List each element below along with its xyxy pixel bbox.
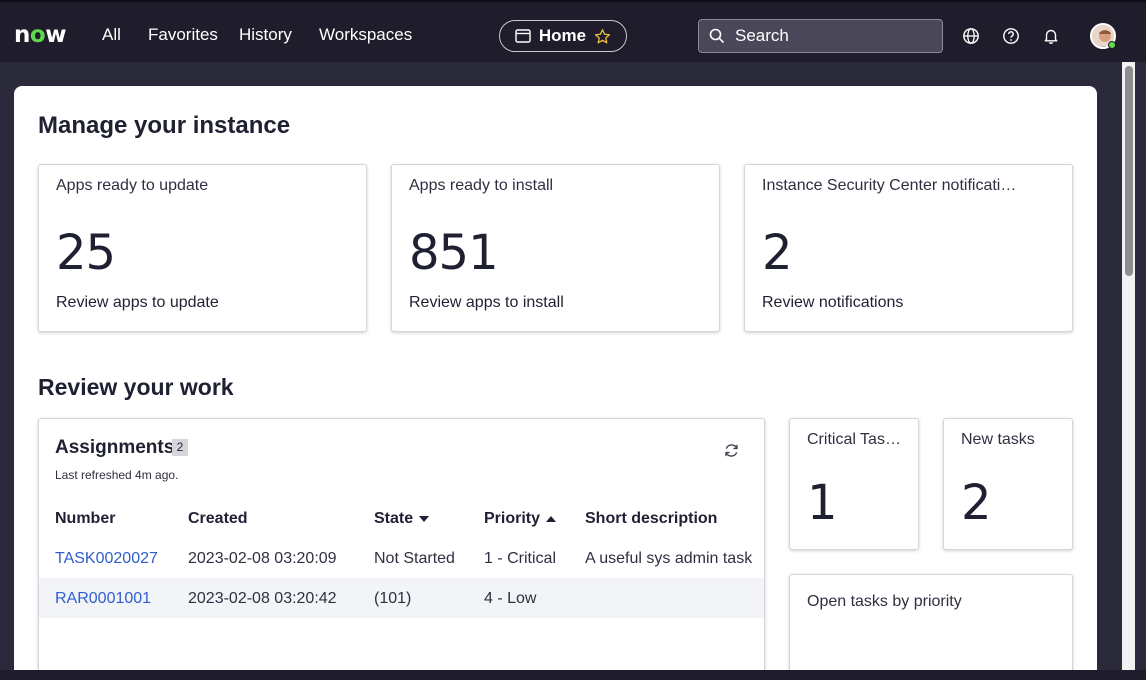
nav-history[interactable]: History bbox=[239, 25, 292, 45]
globe-icon[interactable] bbox=[962, 27, 980, 45]
logo-letter-w: w bbox=[45, 22, 66, 48]
online-status-indicator bbox=[1108, 41, 1116, 49]
notifications-bell-icon[interactable] bbox=[1042, 27, 1060, 45]
apps-to-update-card[interactable]: Apps ready to update 25 Review apps to u… bbox=[38, 164, 367, 332]
task-created: 2023-02-08 03:20:09 bbox=[188, 550, 337, 567]
home-tab-button[interactable]: Home bbox=[499, 20, 627, 52]
review-notifications-link[interactable]: Review notifications bbox=[762, 294, 903, 312]
logo-letter-n: n bbox=[14, 22, 30, 48]
card-value: 1 bbox=[807, 475, 838, 531]
priority-header-label: Priority bbox=[484, 510, 541, 527]
task-short-description: A useful sys admin task bbox=[585, 550, 753, 567]
column-header-number[interactable]: Number bbox=[55, 510, 115, 528]
card-value: 2 bbox=[961, 475, 992, 531]
column-header-state[interactable]: State bbox=[374, 510, 430, 528]
card-value: 2 bbox=[762, 225, 793, 281]
scrollbar-thumb[interactable] bbox=[1125, 66, 1133, 276]
servicenow-logo[interactable]: now bbox=[14, 22, 66, 48]
card-title: Apps ready to update bbox=[56, 177, 209, 194]
task-state: (101) bbox=[374, 590, 412, 607]
task-number-link[interactable]: RAR0001001 bbox=[55, 590, 151, 608]
assignments-count-badge: 2 bbox=[172, 439, 188, 456]
browser-window-icon bbox=[515, 29, 531, 43]
home-label: Home bbox=[538, 26, 587, 45]
review-apps-install-link[interactable]: Review apps to install bbox=[409, 294, 564, 312]
manage-instance-heading: Manage your instance bbox=[38, 112, 291, 139]
column-header-created[interactable]: Created bbox=[188, 510, 248, 528]
nav-all[interactable]: All bbox=[102, 25, 121, 45]
task-number-link[interactable]: TASK0020027 bbox=[55, 550, 158, 568]
nav-workspaces[interactable]: Workspaces bbox=[319, 25, 412, 45]
card-title: Instance Security Center notificati… bbox=[762, 177, 1017, 194]
assignments-title: Assignments bbox=[55, 437, 175, 458]
search-icon bbox=[709, 28, 725, 44]
sort-descending-icon bbox=[419, 515, 430, 522]
star-icon[interactable] bbox=[594, 28, 611, 45]
critical-tasks-card[interactable]: Critical Tas… 1 bbox=[789, 418, 919, 550]
nav-favorites[interactable]: Favorites bbox=[148, 25, 218, 45]
review-apps-update-link[interactable]: Review apps to update bbox=[56, 294, 219, 312]
search-placeholder: Search bbox=[735, 26, 789, 45]
card-title: Apps ready to install bbox=[409, 177, 554, 194]
card-title: Open tasks by priority bbox=[807, 593, 962, 610]
logo-letter-o: o bbox=[29, 22, 46, 48]
review-work-heading: Review your work bbox=[38, 374, 234, 400]
apps-to-install-card[interactable]: Apps ready to install 851 Review apps to… bbox=[391, 164, 720, 332]
security-notifications-card[interactable]: Instance Security Center notificati… 2 R… bbox=[744, 164, 1073, 332]
card-value: 851 bbox=[409, 225, 499, 281]
task-priority: 1 - Critical bbox=[484, 550, 557, 567]
new-tasks-card[interactable]: New tasks 2 bbox=[943, 418, 1073, 550]
task-state: Not Started bbox=[374, 550, 455, 567]
open-tasks-by-priority-card[interactable]: Open tasks by priority bbox=[789, 574, 1073, 680]
window-bottom-edge bbox=[0, 670, 1146, 680]
last-refreshed-text: Last refreshed 4m ago. bbox=[55, 468, 179, 482]
task-priority: 4 - Low bbox=[484, 590, 537, 607]
card-title: Critical Tas… bbox=[807, 431, 901, 448]
column-header-short-description[interactable]: Short description bbox=[585, 510, 717, 528]
global-search-input[interactable]: Search bbox=[698, 19, 943, 53]
refresh-icon[interactable] bbox=[723, 442, 740, 459]
sort-ascending-icon bbox=[546, 515, 557, 522]
card-value: 25 bbox=[56, 225, 116, 281]
column-header-priority[interactable]: Priority bbox=[484, 510, 557, 528]
card-title: New tasks bbox=[961, 431, 1035, 448]
help-icon[interactable] bbox=[1002, 27, 1020, 45]
task-created: 2023-02-08 03:20:42 bbox=[188, 590, 337, 607]
state-header-label: State bbox=[374, 510, 414, 527]
